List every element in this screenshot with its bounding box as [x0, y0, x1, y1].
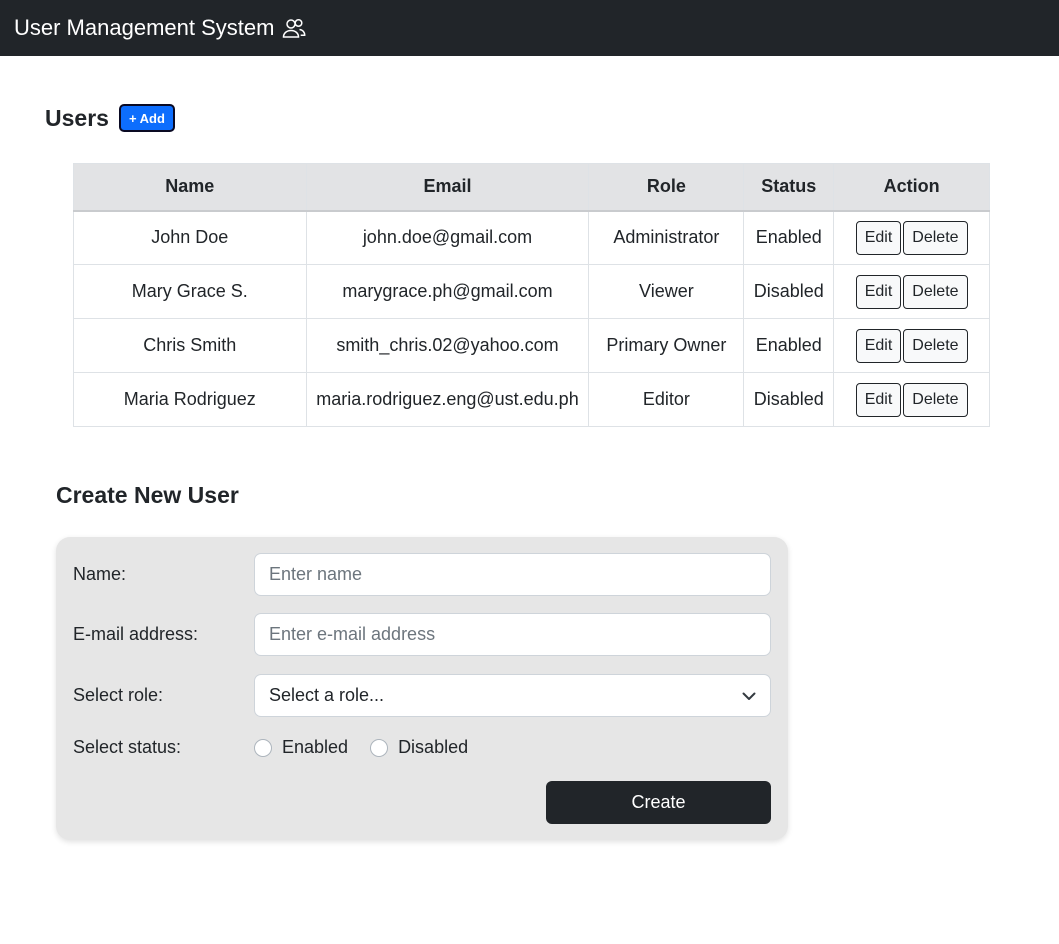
navbar: User Management System	[0, 0, 1059, 56]
create-button[interactable]: Create	[546, 781, 771, 824]
cell-name: Mary Grace S.	[73, 264, 307, 319]
delete-button[interactable]: Delete	[903, 220, 968, 255]
cell-role: Primary Owner	[588, 318, 745, 373]
column-header-name: Name	[73, 163, 307, 212]
cell-actions: Edit Delete	[833, 264, 990, 319]
edit-button[interactable]: Edit	[855, 274, 902, 309]
delete-button[interactable]: Delete	[903, 274, 968, 309]
name-row: Name:	[73, 553, 771, 596]
users-icon	[282, 17, 306, 39]
cell-status: Enabled	[743, 210, 835, 265]
app-title: User Management System	[14, 15, 275, 40]
cell-actions: Edit Delete	[833, 210, 990, 265]
column-header-action: Action	[833, 163, 990, 212]
cell-name: Maria Rodriguez	[73, 372, 307, 427]
users-header: Users + Add	[45, 104, 175, 132]
cell-name: Chris Smith	[73, 318, 307, 373]
create-user-title: Create New User	[56, 482, 239, 508]
cell-status: Disabled	[743, 372, 835, 427]
users-title: Users	[45, 104, 109, 131]
cell-name: John Doe	[73, 210, 307, 265]
cell-actions: Edit Delete	[833, 318, 990, 373]
column-header-email: Email	[305, 163, 590, 212]
cell-role: Editor	[588, 372, 745, 427]
email-row: E-mail address:	[73, 613, 771, 656]
status-label: Select status:	[73, 737, 182, 757]
cell-role: Administrator	[588, 210, 745, 265]
radio-enabled[interactable]	[254, 738, 272, 757]
add-user-button[interactable]: + Add	[118, 104, 175, 132]
status-row: Select status: Enabled Disabled	[73, 737, 771, 758]
cell-email: john.doe@gmail.com	[305, 210, 590, 265]
table-row: John Doe john.doe@gmail.com Administrato…	[73, 210, 990, 265]
cell-email: smith_chris.02@yahoo.com	[305, 318, 590, 373]
email-label: E-mail address:	[73, 624, 199, 644]
delete-button[interactable]: Delete	[903, 328, 968, 363]
email-input[interactable]	[254, 613, 771, 656]
status-option-enabled[interactable]: Enabled	[254, 737, 348, 758]
table-row: Chris Smith smith_chris.02@yahoo.com Pri…	[73, 318, 990, 373]
role-row: Select role: Select a role...	[73, 674, 771, 717]
role-select[interactable]: Select a role...	[254, 674, 771, 717]
status-radio-group: Enabled Disabled	[254, 737, 490, 758]
chevron-down-icon	[742, 685, 756, 706]
cell-role: Viewer	[588, 264, 745, 319]
edit-button[interactable]: Edit	[855, 382, 902, 417]
edit-button[interactable]: Edit	[855, 328, 902, 363]
column-header-status: Status	[743, 163, 835, 212]
role-select-value: Select a role...	[269, 685, 385, 705]
status-option-disabled[interactable]: Disabled	[370, 737, 468, 758]
table-header-row: Name Email Role Status Action	[73, 163, 990, 212]
cell-email: marygrace.ph@gmail.com	[305, 264, 590, 319]
name-label: Name:	[73, 564, 127, 584]
name-input[interactable]	[254, 553, 771, 596]
edit-button[interactable]: Edit	[855, 220, 902, 255]
role-label: Select role:	[73, 685, 164, 705]
cell-status: Enabled	[743, 318, 835, 373]
cell-status: Disabled	[743, 264, 835, 319]
cell-actions: Edit Delete	[833, 372, 990, 427]
users-table: Name Email Role Status Action John Doe j…	[73, 163, 990, 427]
table-row: Maria Rodriguez maria.rodriguez.eng@ust.…	[73, 372, 990, 427]
radio-enabled-label: Enabled	[282, 737, 349, 757]
cell-email: maria.rodriguez.eng@ust.edu.ph	[305, 372, 590, 427]
delete-button[interactable]: Delete	[903, 382, 968, 417]
column-header-role: Role	[588, 163, 745, 212]
create-user-form: Name: E-mail address: Select role: Selec…	[56, 537, 788, 840]
radio-disabled-label: Disabled	[398, 737, 469, 757]
table-row: Mary Grace S. marygrace.ph@gmail.com Vie…	[73, 264, 990, 319]
radio-disabled[interactable]	[370, 738, 389, 757]
